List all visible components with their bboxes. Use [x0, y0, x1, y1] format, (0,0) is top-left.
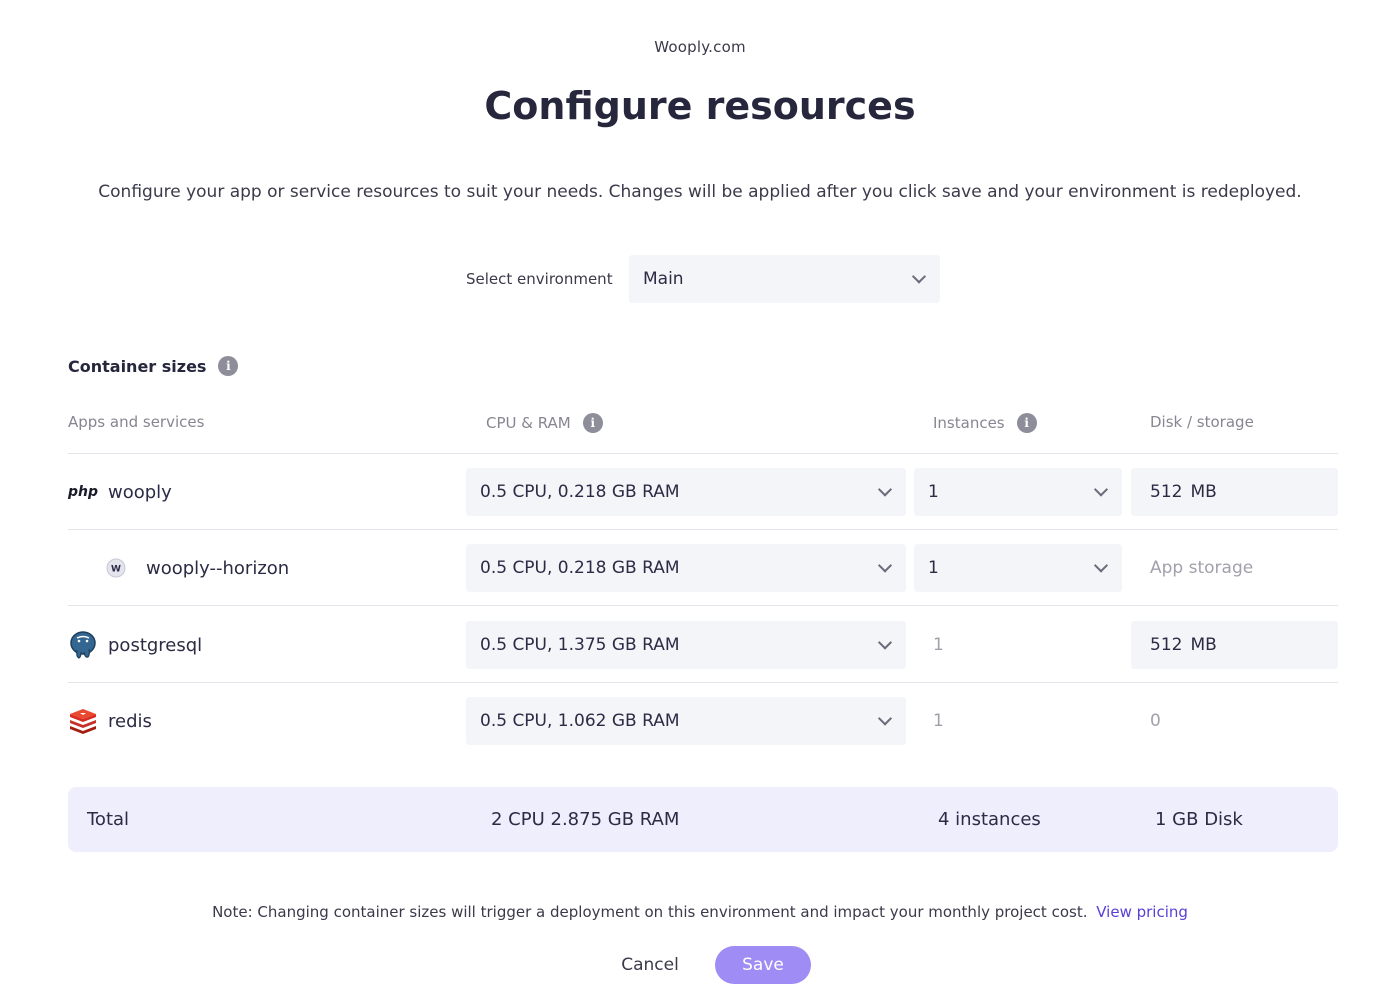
column-header-cpu-text: CPU & RAM [486, 414, 571, 432]
table-row: W wooply--horizon 0.5 CPU, 0.218 GB RAM … [0, 544, 1400, 592]
app-name-cell: redis [68, 697, 152, 745]
chevron-down-icon [877, 558, 893, 573]
cpu-ram-value: 0.5 CPU, 0.218 GB RAM [480, 482, 680, 502]
cpu-ram-value: 0.5 CPU, 0.218 GB RAM [480, 558, 680, 578]
chevron-down-icon [877, 711, 893, 726]
disk-value: 512 [1150, 635, 1183, 655]
environment-selector: Select environment Main [466, 255, 940, 303]
column-header-instances-text: Instances [933, 414, 1005, 432]
column-header-instances: Instances i [933, 413, 1037, 433]
disk-unit: MB [1190, 482, 1217, 502]
chevron-down-icon [911, 269, 927, 284]
cpu-ram-dropdown[interactable]: 0.5 CPU, 0.218 GB RAM [466, 468, 906, 516]
app-name-cell: W wooply--horizon [106, 544, 289, 592]
chevron-down-icon [877, 635, 893, 650]
svg-text:W: W [111, 565, 121, 575]
environment-value: Main [643, 269, 684, 289]
total-summary: Total 2 CPU 2.875 GB RAM 4 instances 1 G… [68, 787, 1338, 852]
cpu-ram-value: 0.5 CPU, 1.375 GB RAM [480, 635, 680, 655]
total-disk: 1 GB Disk [1155, 809, 1243, 830]
divider [68, 682, 1338, 683]
column-header-disk: Disk / storage [1150, 413, 1254, 431]
info-icon[interactable]: i [582, 413, 603, 433]
table-row: php wooply 0.5 CPU, 0.218 GB RAM 1 512 M… [0, 468, 1400, 516]
divider [68, 453, 1338, 454]
instances-value: 1 [933, 635, 944, 655]
worker-icon: W [106, 558, 126, 578]
save-button[interactable]: Save [715, 946, 811, 984]
project-name: Wooply.com [654, 38, 746, 56]
instances-dropdown[interactable]: 1 [914, 468, 1122, 516]
instances-value: 1 [928, 558, 939, 578]
app-name-cell: postgresql [68, 621, 202, 669]
cpu-ram-dropdown[interactable]: 0.5 CPU, 0.218 GB RAM [466, 544, 906, 592]
redis-icon [68, 706, 98, 736]
app-name-cell: php wooply [68, 468, 172, 516]
app-name: postgresql [108, 634, 203, 656]
cpu-ram-value: 0.5 CPU, 1.062 GB RAM [480, 711, 680, 731]
info-icon[interactable]: i [1016, 413, 1037, 433]
page-title: Configure resources [484, 84, 916, 128]
instances-dropdown[interactable]: 1 [914, 544, 1122, 592]
divider [68, 529, 1338, 530]
cpu-ram-dropdown[interactable]: 0.5 CPU, 1.062 GB RAM [466, 697, 906, 745]
total-cpu: 2 CPU 2.875 GB RAM [491, 809, 680, 830]
page-description: Configure your app or service resources … [98, 182, 1302, 202]
php-icon: php [68, 484, 99, 500]
column-header-disk-text: Disk / storage [1150, 413, 1254, 431]
disk-value: 0 [1150, 711, 1161, 731]
disk-value: 512 [1150, 482, 1183, 502]
postgresql-icon [68, 630, 98, 660]
environment-dropdown[interactable]: Main [629, 255, 940, 303]
cpu-ram-dropdown[interactable]: 0.5 CPU, 1.375 GB RAM [466, 621, 906, 669]
total-label: Total [87, 809, 130, 830]
column-header-cpu: CPU & RAM i [486, 413, 603, 433]
table-row: redis 0.5 CPU, 1.062 GB RAM 1 0 [0, 697, 1400, 745]
environment-label: Select environment [466, 270, 613, 288]
app-name: wooply [108, 481, 172, 503]
pricing-note-text: Note: Changing container sizes will trig… [212, 903, 1088, 921]
app-name: redis [108, 710, 152, 732]
cancel-button[interactable]: Cancel [606, 946, 694, 984]
chevron-down-icon [1093, 482, 1109, 497]
chevron-down-icon [877, 482, 893, 497]
disk-input[interactable]: 512 MB [1131, 621, 1338, 669]
total-instances: 4 instances [938, 809, 1041, 830]
table-row: postgresql 0.5 CPU, 1.375 GB RAM 1 512 M… [0, 621, 1400, 669]
divider [68, 605, 1338, 606]
section-title: Container sizes i [68, 356, 239, 376]
view-pricing-link[interactable]: View pricing [1096, 903, 1188, 921]
instances-value: 1 [933, 711, 944, 731]
info-icon[interactable]: i [218, 356, 239, 376]
disk-value: App storage [1150, 558, 1254, 578]
chevron-down-icon [1093, 558, 1109, 573]
column-header-apps: Apps and services [68, 413, 204, 431]
instances-value: 1 [928, 482, 939, 502]
disk-input[interactable]: 512 MB [1131, 468, 1338, 516]
app-name: wooply--horizon [146, 557, 290, 579]
disk-unit: MB [1190, 635, 1217, 655]
column-header-apps-text: Apps and services [68, 413, 205, 431]
section-title-text: Container sizes [68, 356, 207, 376]
pricing-note: Note: Changing container sizes will trig… [0, 903, 1400, 921]
